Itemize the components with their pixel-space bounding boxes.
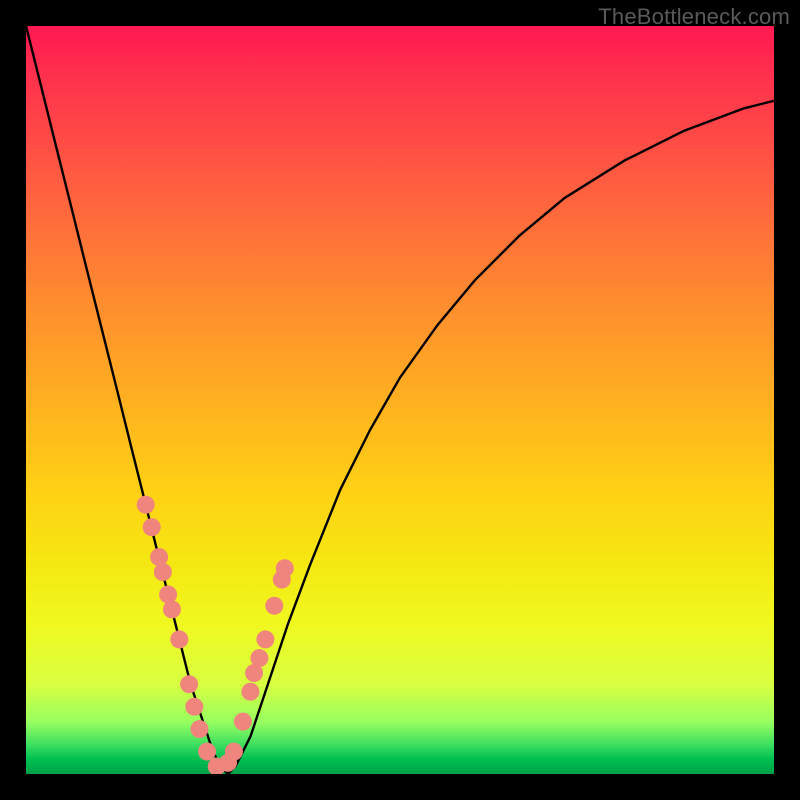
highlight-dot — [256, 630, 274, 648]
chart-frame: TheBottleneck.com — [0, 0, 800, 800]
highlight-dot — [143, 518, 161, 536]
chart-svg — [26, 26, 774, 774]
highlight-dot — [180, 675, 198, 693]
highlight-dot — [137, 496, 155, 514]
highlight-dot — [191, 720, 209, 738]
highlight-dot — [198, 743, 216, 761]
highlight-dot — [170, 630, 188, 648]
highlight-dot — [265, 597, 283, 615]
plot-area — [26, 26, 774, 774]
highlight-dot — [241, 683, 259, 701]
highlight-dot — [225, 743, 243, 761]
highlight-dot — [276, 559, 294, 577]
highlight-dots — [137, 496, 294, 774]
bottleneck-curve — [26, 26, 774, 774]
watermark-text: TheBottleneck.com — [598, 4, 790, 30]
highlight-dot — [154, 563, 172, 581]
highlight-dot — [163, 600, 181, 618]
highlight-dot — [234, 713, 252, 731]
highlight-dot — [185, 698, 203, 716]
highlight-dot — [250, 649, 268, 667]
